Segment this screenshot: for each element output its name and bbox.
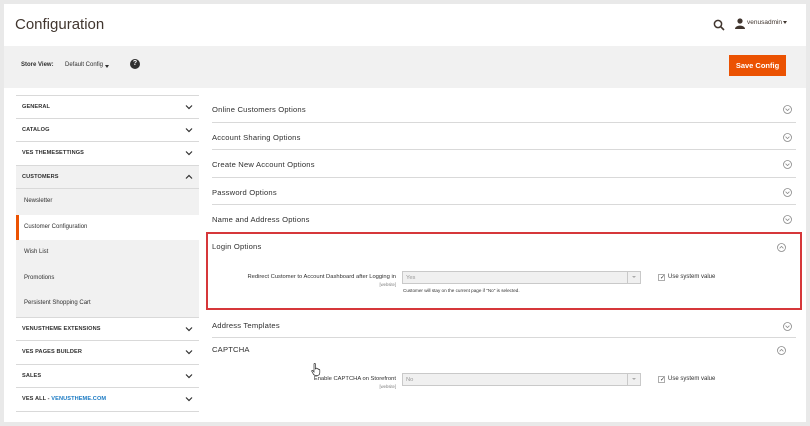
collapse-icon[interactable] bbox=[777, 346, 786, 355]
customers-submenu: Newsletter Customer Configuration Wish L… bbox=[16, 189, 199, 318]
sidebar-tab-label: VES PAGES BUILDER bbox=[22, 349, 83, 355]
sidebar-item-customer-configuration[interactable]: Customer Configuration bbox=[16, 214, 199, 240]
section-title: Online Customers Options bbox=[212, 105, 306, 114]
chevron-down-icon bbox=[627, 374, 640, 385]
sidebar-item-wish-list[interactable]: Wish List bbox=[16, 240, 199, 266]
sidebar-tab-catalog[interactable]: CATALOG bbox=[16, 118, 199, 142]
section-title: Login Options bbox=[212, 242, 262, 251]
chevron-down-icon bbox=[185, 397, 193, 402]
section-title: Create New Account Options bbox=[212, 160, 315, 169]
page-header: Configuration venusadmin bbox=[4, 4, 806, 46]
chevron-down-icon bbox=[185, 373, 193, 378]
store-view-switcher[interactable]: Default Config bbox=[65, 62, 103, 68]
section-title: Password Options bbox=[212, 187, 277, 197]
venustheme-link[interactable]: VENUSTHEME.COM bbox=[51, 396, 106, 402]
collapse-icon[interactable] bbox=[777, 243, 786, 252]
redirect-dashboard-value: Yes bbox=[406, 275, 416, 281]
redirect-dashboard-label: Redirect Customer to Account Dashboard a… bbox=[247, 274, 396, 280]
captcha-use-system-value-checkbox[interactable]: ✓ bbox=[658, 376, 665, 383]
sidebar-item-label: Persistent Shopping Cart bbox=[24, 300, 91, 306]
section-title: Name and Address Options bbox=[212, 215, 310, 224]
sidebar-tab-label: VES THEMESETTINGS bbox=[22, 150, 84, 156]
expand-icon[interactable] bbox=[783, 105, 792, 114]
chevron-up-icon bbox=[185, 174, 193, 179]
sidebar-tab-label: VENUSTHEME EXTENSIONS bbox=[22, 325, 101, 332]
chevron-down-icon bbox=[185, 326, 193, 331]
captcha-storefront-value: No bbox=[406, 377, 414, 383]
sidebar-item-label: Newsletter bbox=[24, 198, 53, 204]
sidebar-item-label: Customer Configuration bbox=[24, 223, 88, 230]
sidebar-tab-ves-themesettings[interactable]: VES THEMESETTINGS bbox=[16, 142, 199, 166]
sidebar-tab-customers[interactable]: CUSTOMERS bbox=[16, 165, 199, 189]
checkmark-icon: ✓ bbox=[660, 377, 666, 383]
store-view-caret-icon[interactable] bbox=[105, 65, 109, 68]
help-icon[interactable]: ? bbox=[130, 59, 140, 69]
section-title: Account Sharing Options bbox=[212, 132, 301, 142]
redirect-dashboard-select[interactable]: Yes bbox=[402, 271, 641, 284]
sidebar-tab-ves-pages-builder[interactable]: VES PAGES BUILDER bbox=[16, 341, 199, 365]
store-view-label: Store View: bbox=[21, 62, 54, 68]
checkmark-icon: ✓ bbox=[660, 275, 666, 281]
redirect-dashboard-scope: [website] bbox=[379, 282, 396, 287]
section-title: Address Templates bbox=[212, 321, 280, 330]
redirect-use-system-value-label[interactable]: Use system value bbox=[668, 274, 715, 280]
sidebar-tab-sales[interactable]: SALES bbox=[16, 364, 199, 388]
user-menu-caret-icon[interactable] bbox=[783, 21, 787, 24]
sidebar-tab-label: SALES bbox=[22, 372, 42, 379]
chevron-down-icon bbox=[627, 272, 640, 283]
sidebar-tab-prefix: VES ALL - bbox=[22, 396, 52, 402]
sidebar-item-promotions[interactable]: Promotions bbox=[16, 265, 199, 291]
sidebar-tab-venustheme-extensions[interactable]: VENUSTHEME EXTENSIONS bbox=[16, 317, 199, 341]
section-title: CAPTCHA bbox=[212, 345, 250, 354]
sidebar-item-label: Promotions bbox=[24, 274, 55, 281]
expand-icon[interactable] bbox=[783, 160, 792, 169]
section-online-customers-options[interactable]: Online Customers Options bbox=[212, 95, 796, 123]
user-menu-name[interactable]: venusadmin bbox=[747, 19, 782, 26]
redirect-dashboard-note: Customer will stay on the current page i… bbox=[403, 288, 520, 293]
section-account-sharing-options[interactable]: Account Sharing Options bbox=[212, 123, 796, 150]
chevron-down-icon bbox=[185, 151, 193, 156]
page-title: Configuration bbox=[15, 16, 105, 33]
section-create-new-account-options[interactable]: Create New Account Options bbox=[212, 150, 796, 178]
sidebar-item-newsletter[interactable]: Newsletter bbox=[16, 189, 199, 215]
expand-icon[interactable] bbox=[783, 215, 792, 224]
section-password-options[interactable]: Password Options bbox=[212, 178, 796, 205]
sidebar-tab-general[interactable]: GENERAL bbox=[16, 95, 199, 119]
sidebar-tab-label: GENERAL bbox=[22, 104, 51, 110]
section-address-templates[interactable]: Address Templates bbox=[212, 310, 796, 338]
page-actions-toolbar: Store View: Default Config ? Save Config bbox=[4, 46, 806, 88]
config-sections: Online Customers Options Account Sharing… bbox=[212, 95, 796, 233]
sidebar-tab-label: CATALOG bbox=[22, 126, 50, 133]
hand-cursor-icon bbox=[311, 363, 321, 376]
search-icon[interactable] bbox=[713, 19, 725, 31]
captcha-storefront-label: Enable CAPTCHA on Storefront bbox=[313, 376, 396, 382]
sidebar-tab-ves-all[interactable]: VES ALL - VENUSTHEME.COM bbox=[16, 388, 199, 412]
save-config-button[interactable]: Save Config bbox=[729, 55, 786, 76]
sidebar-item-persistent-shopping-cart[interactable]: Persistent Shopping Cart bbox=[16, 291, 199, 317]
captcha-use-system-value-label[interactable]: Use system value bbox=[668, 376, 715, 382]
redirect-use-system-value-checkbox[interactable]: ✓ bbox=[658, 274, 665, 281]
admin-page: Configuration venusadmin Store View: Def… bbox=[4, 4, 806, 422]
expand-icon[interactable] bbox=[783, 322, 792, 331]
sidebar-item-label: Wish List bbox=[24, 249, 49, 255]
config-sidebar: GENERAL CATALOG VES THEMESETTINGS CUSTOM… bbox=[16, 95, 199, 412]
expand-icon[interactable] bbox=[783, 187, 792, 197]
user-icon[interactable] bbox=[735, 18, 745, 29]
section-name-and-address-options[interactable]: Name and Address Options bbox=[212, 205, 796, 233]
expand-icon[interactable] bbox=[783, 132, 792, 142]
chevron-down-icon bbox=[185, 127, 193, 132]
chevron-down-icon bbox=[185, 105, 193, 110]
captcha-storefront-scope: [website] bbox=[379, 384, 396, 389]
chevron-down-icon bbox=[185, 350, 193, 355]
sidebar-tab-label: CUSTOMERS bbox=[22, 173, 59, 180]
captcha-storefront-select[interactable]: No bbox=[402, 373, 641, 386]
sidebar-tab-label: VES ALL - VENUSTHEME.COM bbox=[22, 396, 106, 402]
